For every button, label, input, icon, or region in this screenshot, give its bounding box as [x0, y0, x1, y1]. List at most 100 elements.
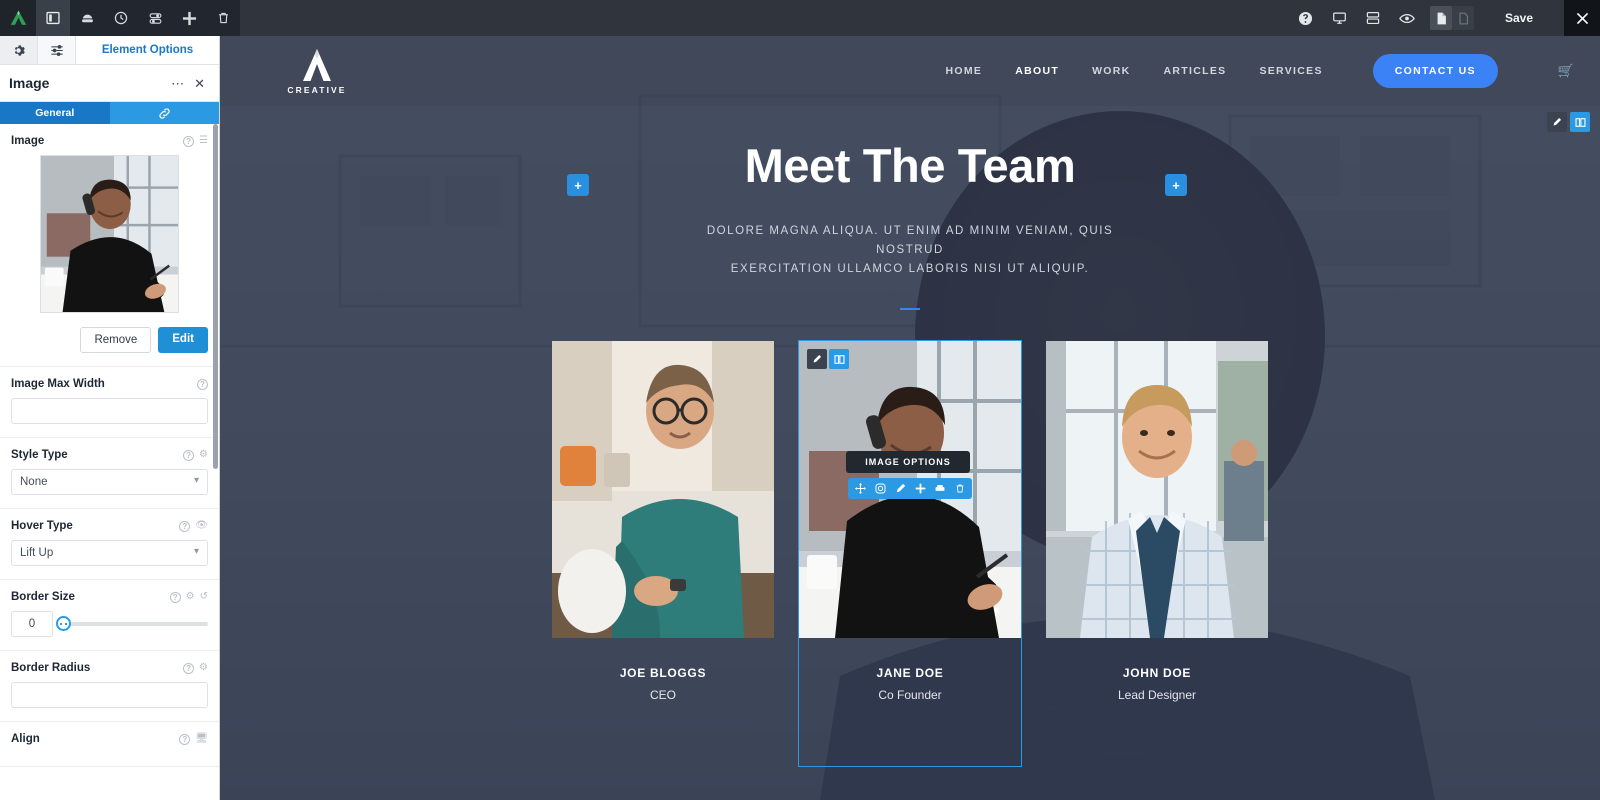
add-element-icon[interactable] [172, 0, 206, 36]
close-icon[interactable]: ✕ [189, 77, 210, 90]
panel-tab-title: Element Options [76, 36, 219, 64]
history-clock-icon[interactable] [104, 0, 138, 36]
nav-item-articles[interactable]: ARTICLES [1164, 65, 1227, 77]
element-options-panel[interactable]: Element Options Image ⋯ ✕ General Image … [0, 36, 220, 800]
global-gear-icon[interactable]: ⚙ [199, 663, 208, 673]
panel-fields-scroll[interactable]: Image ? ☰ Remove Edit Image Max Width ? … [0, 124, 219, 800]
field-label: Style Type [11, 449, 68, 461]
edit-image-button[interactable]: Edit [158, 327, 208, 353]
close-icon[interactable] [1564, 0, 1600, 36]
nav-item-home[interactable]: HOME [946, 65, 983, 77]
column-layout-icon[interactable] [1570, 112, 1590, 132]
slider-handle[interactable] [56, 616, 71, 631]
border-size-input[interactable] [11, 611, 53, 637]
team-card[interactable]: JOE BLOGGS CEO [552, 341, 774, 766]
clone-icon[interactable] [930, 478, 950, 499]
help-icon[interactable]: ? [179, 733, 191, 745]
add-element-right-button[interactable]: + [1165, 174, 1187, 196]
style-type-select[interactable] [11, 469, 208, 495]
team-photo[interactable] [552, 341, 774, 638]
add-plus-icon[interactable] [910, 478, 930, 499]
site-nav[interactable]: HOME ABOUT WORK ARTICLES SERVICES CONTAC… [946, 54, 1574, 88]
view-mode-toggle[interactable] [1430, 6, 1474, 30]
save-library-icon[interactable] [70, 0, 104, 36]
field-label: Image Max Width [11, 378, 105, 390]
column-layout-icon[interactable] [829, 349, 849, 369]
image-options-buttons[interactable] [848, 478, 972, 499]
row-controls[interactable] [1547, 112, 1590, 132]
menu-lines-icon[interactable]: ☰ [199, 136, 208, 146]
team-member-role: Co Founder [878, 688, 942, 702]
help-icon[interactable]: ? [169, 591, 181, 603]
builder-view-icon[interactable] [1430, 6, 1452, 30]
global-gear-icon[interactable]: ⚙ [199, 450, 208, 460]
add-element-left-button[interactable]: + [567, 174, 589, 196]
site-preview-canvas[interactable]: CREATIVE HOME ABOUT WORK ARTICLES SERVIC… [220, 36, 1600, 800]
site-logo[interactable]: CREATIVE [280, 48, 354, 95]
team-photo[interactable] [1046, 341, 1268, 638]
nav-item-work[interactable]: WORK [1092, 65, 1130, 77]
hero-divider [900, 307, 920, 310]
help-icon[interactable] [1288, 0, 1322, 36]
settings-circle-icon[interactable] [870, 478, 890, 499]
edit-pencil-icon[interactable] [807, 349, 827, 369]
field-border-size: Border Size ? ⚙ ↺ [0, 580, 219, 651]
preview-eye-icon[interactable] [1390, 0, 1424, 36]
field-image-max-width: Image Max Width ? [0, 367, 219, 438]
link-chain-icon [159, 107, 170, 119]
move-arrows-icon[interactable] [850, 478, 870, 499]
site-header: CREATIVE HOME ABOUT WORK ARTICLES SERVIC… [220, 36, 1600, 106]
responsive-monitor-icon[interactable]: 🖥 [195, 734, 208, 744]
panel-tab-settings[interactable] [0, 36, 38, 64]
field-label: Border Radius [11, 662, 91, 674]
edit-pencil-icon[interactable] [890, 478, 910, 499]
edit-pencil-icon[interactable] [1547, 112, 1567, 132]
image-thumbnail[interactable] [40, 155, 179, 313]
photo-joe-bloggs [552, 341, 774, 638]
contact-us-button[interactable]: CONTACT US [1372, 54, 1498, 88]
trash-icon[interactable] [206, 0, 240, 36]
nav-item-about[interactable]: ABOUT [1015, 65, 1059, 77]
options-sliders-icon [50, 44, 63, 56]
avada-logo-icon[interactable] [0, 0, 36, 36]
code-view-icon[interactable] [1452, 6, 1474, 30]
image-options-tooltip: IMAGE OPTIONS [846, 451, 970, 473]
subtab-extras[interactable] [109, 102, 219, 124]
photo-john-doe [1046, 341, 1268, 638]
nav-item-services[interactable]: SERVICES [1259, 65, 1322, 77]
page-title: Meet The Team [744, 139, 1076, 192]
panel-subtabs[interactable]: General [0, 102, 219, 124]
image-options-toolbar[interactable]: IMAGE OPTIONS [846, 451, 972, 499]
help-icon[interactable]: ? [179, 520, 191, 532]
help-icon[interactable]: ? [183, 662, 195, 674]
team-card[interactable]: JOHN DOE Lead Designer [1046, 341, 1268, 766]
remove-image-button[interactable]: Remove [80, 327, 152, 353]
border-size-slider[interactable] [56, 616, 208, 631]
page-options-icon[interactable] [138, 0, 172, 36]
responsive-eye-icon[interactable]: 👁 [195, 521, 208, 531]
toggle-sidebar-icon[interactable] [36, 0, 70, 36]
field-label: Hover Type [11, 520, 73, 532]
hero-subtitle-line1: DOLORE MAGNA ALIQUA. UT ENIM AD MINIM VE… [706, 224, 1114, 256]
reset-icon[interactable]: ↺ [200, 592, 208, 602]
hero-subtitle: DOLORE MAGNA ALIQUA. UT ENIM AD MINIM VE… [700, 222, 1120, 279]
border-radius-input[interactable] [11, 682, 208, 708]
responsive-desktop-icon[interactable] [1322, 0, 1356, 36]
team-card-selected[interactable]: IMAGE OPTIONS JANE DOE Co Founder [798, 340, 1022, 767]
help-icon[interactable]: ? [183, 135, 195, 147]
shopping-cart-icon[interactable]: 🛒 [1558, 63, 1574, 79]
panel-tab-options[interactable] [38, 36, 76, 64]
help-icon[interactable]: ? [197, 378, 208, 390]
ellipsis-icon[interactable]: ⋯ [166, 77, 189, 90]
help-icon[interactable]: ? [183, 449, 195, 461]
trash-icon[interactable] [950, 478, 970, 499]
panel-tabs[interactable]: Element Options [0, 36, 219, 65]
layout-blocks-icon[interactable] [1356, 0, 1390, 36]
subtab-general[interactable]: General [0, 102, 110, 124]
panel-scrollbar-thumb[interactable] [213, 124, 218, 469]
global-gear-icon[interactable]: ⚙ [186, 592, 195, 602]
save-button[interactable]: Save [1474, 0, 1564, 36]
image-max-width-input[interactable] [11, 398, 208, 424]
hover-type-select[interactable] [11, 540, 208, 566]
card-controls[interactable] [807, 349, 849, 369]
